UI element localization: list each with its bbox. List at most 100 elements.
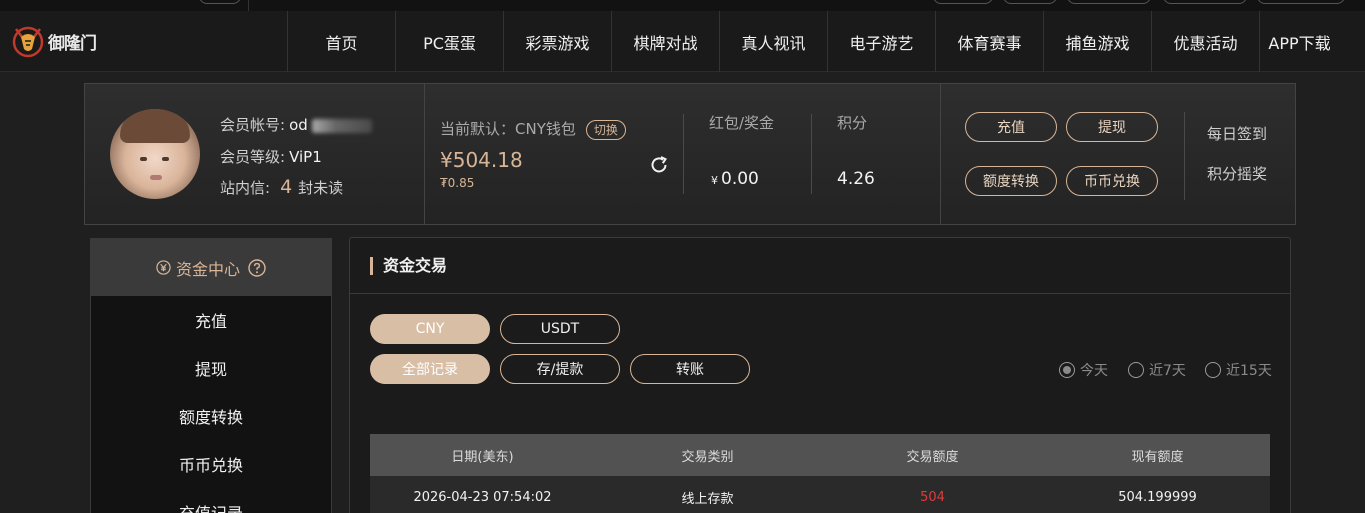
range-15-days-label: 近15天 [1226,363,1272,379]
nav-item-promotions[interactable]: 优惠活动 [1151,11,1259,72]
nav-item-pc-dandan[interactable]: PC蛋蛋 [395,11,503,72]
record-tab-all[interactable]: 全部记录 [370,354,490,384]
top-strip-button[interactable] [1163,0,1247,4]
default-wallet-label: 当前默认：CNY钱包 切换 [440,118,626,140]
daily-checkin-link[interactable]: 每日签到 [1207,123,1267,144]
account-blur-mask [311,118,372,133]
cell-balance: 504.199999 [1118,489,1197,505]
range-7-days-label: 近7天 [1149,363,1186,379]
range-today-label: 今天 [1080,363,1108,379]
nav-item-home[interactable]: 首页 [287,11,395,72]
currency-tab-cny[interactable]: CNY [370,314,490,344]
avatar[interactable] [110,109,200,199]
sidebar-item-transfer[interactable]: 额度转换 [91,392,331,440]
top-strip-button[interactable] [1257,0,1345,4]
actions-section: 充值 提现 额度转换 币币兑换 每日签到 积分摇奖 [941,84,1295,224]
range-15-days[interactable]: 近15天 [1205,360,1272,380]
inbox-row[interactable]: 站内信: 4 封未读 [220,176,343,198]
nav-item-sports[interactable]: 体育赛事 [935,11,1043,72]
account-row: 会员帐号: od [220,114,372,135]
table-header: 日期(美东) 交易类别 交易额度 现有额度 [370,434,1270,476]
inbox-label: 站内信: [220,179,271,197]
bonus-currency: ¥ [711,174,718,187]
default-wallet-text: 当前默认：CNY钱包 [440,120,576,138]
refresh-icon[interactable] [648,154,670,176]
wallet-divider [811,114,812,194]
range-7-days[interactable]: 近7天 [1128,360,1186,380]
wallet-usdt-balance: ₮0.85 [440,176,475,190]
top-strip-button[interactable] [199,0,241,4]
wallet-divider [683,114,684,194]
range-today[interactable]: 今天 [1059,360,1108,380]
bonus-amount: 0.00 [721,169,759,189]
site-header: 御隆门 首页 PC蛋蛋 彩票游戏 棋牌对战 真人视讯 电子游艺 体育赛事 捕鱼游… [0,11,1365,72]
profile-section: 会员帐号: od 会员等级: ViP1 站内信: 4 封未读 [85,84,425,224]
level-value: ViP1 [289,148,322,166]
bonus-label: 红包/奖金 [709,114,775,132]
avatar-eye [162,157,169,161]
radio-dot [1059,362,1075,378]
nav-item-slots[interactable]: 电子游艺 [827,11,935,72]
column-header-date: 日期(美东) [451,449,514,465]
sidebar-item-deposit-records[interactable]: 充值记录 [91,488,331,513]
fund-transactions-panel: 资金交易 CNY USDT 全部记录 存/提款 转账 今天 近7天 近15天 日… [349,237,1291,513]
wallet-balance: ¥504.18 [440,148,523,172]
top-strip-button[interactable] [1003,0,1057,4]
user-summary-panel: 会员帐号: od 会员等级: ViP1 站内信: 4 封未读 当前默认：CNY钱包 切换 … [84,83,1296,225]
points-value: 4.26 [837,169,875,189]
dragon-logo-icon [12,26,44,58]
withdraw-button[interactable]: 提现 [1066,112,1158,142]
table-row: 2026-04-23 07:54:02 线上存款 504 504.199999 [370,476,1270,513]
exchange-button[interactable]: 币币兑换 [1066,166,1158,196]
points-label: 积分 [837,114,868,132]
nav-item-app-download[interactable]: APP下载 [1259,11,1339,72]
inbox-count[interactable]: 4 [280,176,292,198]
currency-tab-usdt[interactable]: USDT [500,314,620,344]
cell-amount: 504 [920,489,945,505]
radio-dot [1128,362,1144,378]
sidebar-title: 资金中心 [175,259,240,279]
cell-type: 线上存款 [681,491,734,507]
nav-item-chess-cards[interactable]: 棋牌对战 [611,11,719,72]
column-header-balance: 现有额度 [1131,449,1184,465]
top-strip-divider [248,0,249,11]
help-icon[interactable] [248,258,266,277]
sidebar-item-exchange[interactable]: 币币兑换 [91,440,331,488]
radio-dot [1205,362,1221,378]
logo-text: 御隆门 [48,33,97,54]
account-label: 会员帐号: [220,116,286,134]
avatar-hair [120,109,190,143]
transfer-button[interactable]: 额度转换 [965,166,1057,196]
inbox-unit: 封未读 [298,179,344,197]
deposit-button[interactable]: 充值 [965,112,1057,142]
sidebar-item-deposit[interactable]: 充值 [91,296,331,344]
sidebar-header: 资金中心 [91,239,331,296]
top-strip-button[interactable] [933,0,993,4]
fund-center-sidebar: 资金中心 充值 提现 额度转换 币币兑换 充值记录 [90,238,332,513]
main-nav: 首页 PC蛋蛋 彩票游戏 棋牌对战 真人视讯 电子游艺 体育赛事 捕鱼游戏 优惠… [287,11,1339,72]
panel-header: 资金交易 [350,238,1290,294]
column-header-amount: 交易额度 [906,449,959,465]
account-value: od [289,116,308,134]
panel-title: 资金交易 [370,257,447,275]
bonus-value: ¥0.00 [711,169,759,189]
record-tab-transfer[interactable]: 转账 [630,354,750,384]
site-logo[interactable]: 御隆门 [10,21,110,61]
level-label: 会员等级: [220,148,286,166]
switch-wallet-button[interactable]: 切换 [585,119,626,140]
nav-item-fishing[interactable]: 捕鱼游戏 [1043,11,1151,72]
points-lottery-link[interactable]: 积分摇奖 [1207,163,1267,184]
sidebar-item-withdraw[interactable]: 提现 [91,344,331,392]
top-strip-button[interactable] [1067,0,1151,4]
yen-icon [156,260,171,275]
nav-item-lottery[interactable]: 彩票游戏 [503,11,611,72]
avatar-mouth [150,175,162,180]
transactions-table: 日期(美东) 交易类别 交易额度 现有额度 2026-04-23 07:54:0… [370,434,1270,513]
wallet-section: 当前默认：CNY钱包 切换 ¥504.18 ₮0.85 红包/奖金 ¥0.00 积… [425,84,941,224]
record-tab-deposit-withdraw[interactable]: 存/提款 [500,354,620,384]
top-strip [0,0,1365,11]
cell-date: 2026-04-23 07:54:02 [413,489,552,505]
avatar-eye [140,157,147,161]
level-row: 会员等级: ViP1 [220,146,322,167]
nav-item-live-casino[interactable]: 真人视讯 [719,11,827,72]
